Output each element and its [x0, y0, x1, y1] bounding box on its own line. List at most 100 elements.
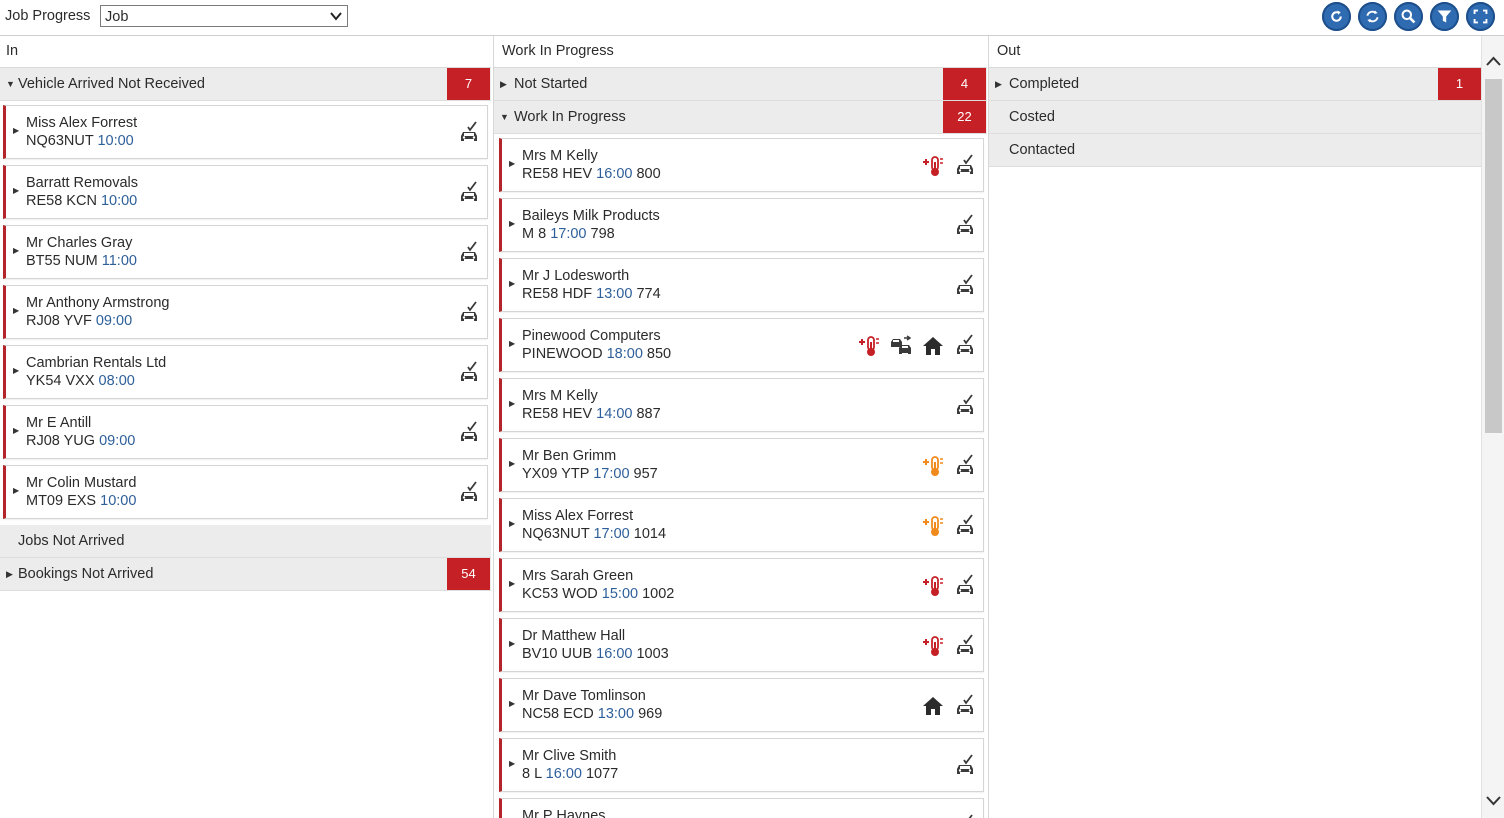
expand-triangle-icon[interactable]: ▶	[509, 699, 515, 708]
job-card[interactable]: ▶ Baileys Milk Products M 8 17:00 798	[499, 198, 984, 252]
toolbar	[1322, 2, 1502, 32]
temperature-warning-icon[interactable]	[921, 454, 945, 478]
vehicle-checked-icon[interactable]	[457, 121, 481, 145]
vertical-scrollbar[interactable]	[1481, 36, 1504, 818]
registration: RE58 HEV	[522, 406, 593, 422]
group-completed[interactable]: ▶ Completed 1	[989, 68, 1481, 101]
temperature-alert-icon[interactable]	[921, 154, 945, 178]
job-card[interactable]: ▶ Pinewood Computers PINEWOOD 18:00 850	[499, 318, 984, 372]
status-icons	[921, 694, 977, 718]
group-not-started[interactable]: ▶ Not Started 4	[494, 68, 987, 101]
job-card[interactable]: ▶ Mr E Antill RJ08 YUG 09:00	[3, 405, 488, 459]
vehicle-checked-icon[interactable]	[457, 481, 481, 505]
home-icon[interactable]	[921, 694, 945, 718]
group-costed[interactable]: Costed	[989, 101, 1481, 134]
due-time: 13:00	[597, 706, 635, 722]
job-number: 800	[636, 166, 661, 182]
group-work-in-progress[interactable]: ▼ Work In Progress 22	[494, 101, 987, 134]
expand-triangle-icon[interactable]: ▶	[509, 639, 515, 648]
job-card[interactable]: ▶ Mr Charles Gray BT55 NUM 11:00	[3, 225, 488, 279]
job-card[interactable]: ▶Mr P Haynes	[499, 798, 984, 818]
customer-name: Miss Alex Forrest	[522, 508, 634, 524]
expand-triangle-icon[interactable]: ▶	[509, 579, 515, 588]
scrollbar-thumb[interactable]	[1485, 79, 1502, 433]
expand-triangle-icon[interactable]: ▶	[13, 366, 19, 375]
job-details: BT55 NUM 11:00	[26, 253, 137, 269]
temperature-warning-icon[interactable]	[921, 514, 945, 538]
vehicle-checked-icon[interactable]	[953, 274, 977, 298]
vehicle-checked-icon[interactable]	[953, 154, 977, 178]
job-card[interactable]: ▶ Mrs M Kelly RE58 HEV 14:00 887	[499, 378, 984, 432]
expand-triangle-icon[interactable]: ▶	[509, 519, 515, 528]
vehicle-checked-icon[interactable]	[953, 514, 977, 538]
temperature-alert-icon[interactable]	[857, 334, 881, 358]
job-card[interactable]: ▶ Mrs Sarah Green KC53 WOD 15:00 1002	[499, 558, 984, 612]
expand-triangle-icon[interactable]: ▶	[509, 459, 515, 468]
job-card[interactable]: ▶ Dr Matthew Hall BV10 UUB 16:00 1003	[499, 618, 984, 672]
due-time: 16:00	[596, 646, 633, 662]
job-card[interactable]: ▶ Mr J Lodesworth RE58 HDF 13:00 774	[499, 258, 984, 312]
group-contacted[interactable]: Contacted	[989, 134, 1481, 167]
customer-name: Mr J Lodesworth	[522, 268, 630, 284]
wip-card-list: ▶ Mrs M Kelly RE58 HEV 16:00 800 ▶ Baileys M…	[494, 134, 987, 818]
filter-button[interactable]	[1430, 2, 1459, 31]
vehicle-checked-icon[interactable]	[953, 754, 977, 778]
job-card[interactable]: ▶ Mr Dave Tomlinson NC58 ECD 13:00 969	[499, 678, 984, 732]
vehicle-checked-icon[interactable]	[953, 334, 977, 358]
vehicle-checked-icon[interactable]	[953, 394, 977, 418]
group-bookings-not-arrived[interactable]: ▶ Bookings Not Arrived 54	[0, 558, 491, 591]
expand-triangle-icon[interactable]: ▶	[13, 186, 19, 195]
vehicle-checked-icon[interactable]	[953, 214, 977, 238]
expand-triangle-icon[interactable]: ▶	[13, 306, 19, 315]
vehicle-checked-icon[interactable]	[953, 814, 977, 818]
vehicle-checked-icon[interactable]	[457, 421, 481, 445]
view-select[interactable]: Job	[100, 5, 348, 27]
fullscreen-button[interactable]	[1466, 2, 1495, 31]
job-card[interactable]: ▶ Cambrian Rentals Ltd YK54 VXX 08:00	[3, 345, 488, 399]
job-card[interactable]: ▶ Mr Colin Mustard MT09 EXS 10:00	[3, 465, 488, 519]
group-vehicle-arrived-not-received[interactable]: ▼ Vehicle Arrived Not Received 7	[0, 68, 491, 101]
vehicle-checked-icon[interactable]	[457, 241, 481, 265]
expand-triangle-icon[interactable]: ▶	[13, 486, 19, 495]
customer-name: Mr Ben Grimm	[522, 448, 617, 464]
vehicle-checked-icon[interactable]	[457, 301, 481, 325]
job-card[interactable]: ▶ Barratt Removals RE58 KCN 10:00	[3, 165, 488, 219]
refresh-button[interactable]	[1322, 2, 1351, 31]
job-number: 957	[633, 466, 658, 482]
expand-triangle-icon[interactable]: ▶	[13, 126, 19, 135]
temperature-alert-icon[interactable]	[921, 634, 945, 658]
registration: M 8	[522, 226, 547, 242]
status-icons	[457, 121, 481, 145]
expand-triangle-icon[interactable]: ▶	[509, 219, 515, 228]
column-wip-title: Work In Progress	[494, 36, 987, 68]
sync-button[interactable]	[1358, 2, 1387, 31]
job-card[interactable]: ▶ Miss Alex Forrest NQ63NUT 17:00 1014	[499, 498, 984, 552]
customer-name: Dr Matthew Hall	[522, 628, 626, 644]
home-icon[interactable]	[921, 334, 945, 358]
job-card[interactable]: ▶ Mr Ben Grimm YX09 YTP 17:00 957	[499, 438, 984, 492]
job-card[interactable]: ▶ Mrs M Kelly RE58 HEV 16:00 800	[499, 138, 984, 192]
job-card[interactable]: ▶ Miss Alex Forrest NQ63NUT 10:00	[3, 105, 488, 159]
expand-triangle-icon[interactable]: ▶	[509, 339, 515, 348]
expand-triangle-icon[interactable]: ▶	[509, 399, 515, 408]
vehicle-checked-icon[interactable]	[953, 454, 977, 478]
vehicle-checked-icon[interactable]	[953, 574, 977, 598]
search-button[interactable]	[1394, 2, 1423, 31]
expand-triangle-icon[interactable]: ▶	[13, 246, 19, 255]
group-label: Contacted	[1009, 142, 1076, 158]
vehicle-checked-icon[interactable]	[457, 361, 481, 385]
vehicle-checked-icon[interactable]	[457, 181, 481, 205]
job-card[interactable]: ▶ Mr Clive Smith 8 L 16:00 1077	[499, 738, 984, 792]
group-jobs-not-arrived[interactable]: Jobs Not Arrived	[0, 525, 491, 558]
courtesy-car-icon[interactable]	[889, 334, 913, 358]
expand-triangle-icon[interactable]: ▶	[13, 426, 19, 435]
vehicle-checked-icon[interactable]	[953, 694, 977, 718]
expand-triangle-icon[interactable]: ▶	[509, 279, 515, 288]
expand-triangle-icon[interactable]: ▶	[509, 759, 515, 768]
job-card[interactable]: ▶ Mr Anthony Armstrong RJ08 YVF 09:00	[3, 285, 488, 339]
scroll-up-arrow-icon[interactable]	[1485, 54, 1502, 71]
expand-triangle-icon[interactable]: ▶	[509, 159, 515, 168]
vehicle-checked-icon[interactable]	[953, 634, 977, 658]
scroll-down-arrow-icon[interactable]	[1485, 791, 1502, 808]
temperature-alert-icon[interactable]	[921, 574, 945, 598]
